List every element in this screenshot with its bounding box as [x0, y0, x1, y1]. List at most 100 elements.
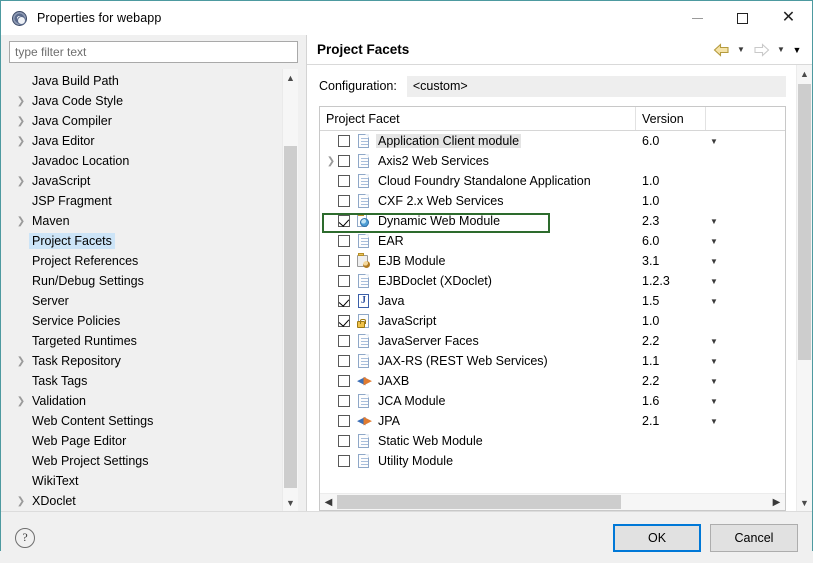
sidebar-item-web-page-editor[interactable]: Web Page Editor: [9, 431, 282, 451]
sidebar-scroll-track[interactable]: [283, 86, 298, 494]
facet-cell[interactable]: Utility Module: [320, 454, 636, 468]
sidebar-item-server[interactable]: Server: [9, 291, 282, 311]
facet-cell[interactable]: ❯ Axis2 Web Services: [320, 154, 636, 168]
facet-cell[interactable]: Application Client module: [320, 134, 636, 148]
version-dropdown-icon[interactable]: ▼: [706, 297, 785, 306]
table-row[interactable]: JavaScript 1.0: [320, 311, 785, 331]
chevron-right-icon[interactable]: ❯: [13, 216, 29, 227]
facet-cell[interactable]: Static Web Module: [320, 434, 636, 448]
table-row[interactable]: JAX-RS (REST Web Services) 1.1 ▼: [320, 351, 785, 371]
hscroll-track[interactable]: [337, 494, 768, 510]
version-cell[interactable]: 1.0: [636, 194, 706, 208]
chevron-right-icon[interactable]: ❯: [13, 136, 29, 147]
facet-checkbox[interactable]: [338, 215, 350, 227]
sidebar-item-task-tags[interactable]: Task Tags: [9, 371, 282, 391]
version-cell[interactable]: 2.2: [636, 374, 706, 388]
version-cell[interactable]: 2.2: [636, 334, 706, 348]
version-cell[interactable]: 1.0: [636, 174, 706, 188]
table-row[interactable]: Application Client module 6.0 ▼: [320, 131, 785, 151]
version-cell[interactable]: 1.1: [636, 354, 706, 368]
version-dropdown-icon[interactable]: ▼: [706, 357, 785, 366]
table-row[interactable]: EJBDoclet (XDoclet) 1.2.3 ▼: [320, 271, 785, 291]
forward-arrow-icon[interactable]: [750, 40, 772, 60]
version-cell[interactable]: 1.2.3: [636, 274, 706, 288]
table-row[interactable]: ❯ Axis2 Web Services: [320, 151, 785, 171]
page-scrollbar[interactable]: ▲ ▼: [796, 65, 812, 511]
version-dropdown-icon[interactable]: ▼: [706, 257, 785, 266]
maximize-button[interactable]: [720, 1, 765, 35]
table-row[interactable]: Static Web Module: [320, 431, 785, 451]
minimize-button[interactable]: [675, 1, 720, 35]
facet-cell[interactable]: ◀ ▶ JAXB: [320, 374, 636, 388]
facet-checkbox[interactable]: [338, 295, 350, 307]
facet-cell[interactable]: JCA Module: [320, 394, 636, 408]
facet-cell[interactable]: ◀ ▶ JPA: [320, 414, 636, 428]
scroll-up-icon[interactable]: ▲: [283, 69, 298, 86]
sidebar-item-web-content-settings[interactable]: Web Content Settings: [9, 411, 282, 431]
version-cell[interactable]: 1.5: [636, 294, 706, 308]
sidebar-item-web-project-settings[interactable]: Web Project Settings: [9, 451, 282, 471]
facet-cell[interactable]: EAR: [320, 234, 636, 248]
table-row[interactable]: ◀ ▶ JAXB 2.2 ▼: [320, 371, 785, 391]
facet-cell[interactable]: Dynamic Web Module: [320, 213, 636, 233]
close-button[interactable]: ✕: [765, 1, 812, 35]
version-dropdown-icon[interactable]: ▼: [706, 397, 785, 406]
table-row[interactable]: JavaServer Faces 2.2 ▼: [320, 331, 785, 351]
sidebar-scroll-thumb[interactable]: [284, 146, 297, 488]
chevron-right-icon[interactable]: ❯: [13, 116, 29, 127]
chevron-right-icon[interactable]: ❯: [13, 496, 29, 507]
scroll-left-icon[interactable]: ◀: [320, 494, 337, 510]
sidebar-item-java-code-style[interactable]: ❯ Java Code Style: [9, 91, 282, 111]
facet-checkbox[interactable]: [338, 155, 350, 167]
version-dropdown-icon[interactable]: ▼: [706, 277, 785, 286]
facet-cell[interactable]: JAX-RS (REST Web Services): [320, 354, 636, 368]
facet-checkbox[interactable]: [338, 355, 350, 367]
version-dropdown-icon[interactable]: ▼: [706, 377, 785, 386]
forward-dropdown-icon[interactable]: ▼: [774, 40, 788, 60]
cancel-button[interactable]: Cancel: [710, 523, 798, 552]
sidebar-item-javascript[interactable]: ❯ JavaScript: [9, 171, 282, 191]
facet-checkbox[interactable]: [338, 235, 350, 247]
facet-cell[interactable]: J Java: [320, 294, 636, 308]
sidebar-item-validation[interactable]: ❯ Validation: [9, 391, 282, 411]
help-icon[interactable]: ?: [15, 527, 35, 548]
facet-checkbox[interactable]: [338, 135, 350, 147]
version-dropdown-icon[interactable]: ▼: [706, 417, 785, 426]
sidebar-item-run-debug-settings[interactable]: Run/Debug Settings: [9, 271, 282, 291]
version-cell[interactable]: 6.0: [636, 234, 706, 248]
version-dropdown-icon[interactable]: ▼: [706, 337, 785, 346]
sidebar-item-wikitext[interactable]: WikiText: [9, 471, 282, 491]
sidebar-item-java-compiler[interactable]: ❯ Java Compiler: [9, 111, 282, 131]
version-dropdown-icon[interactable]: ▼: [706, 237, 785, 246]
facet-checkbox[interactable]: [338, 255, 350, 267]
page-scroll-thumb[interactable]: [798, 84, 811, 360]
page-menu-icon[interactable]: ▼: [790, 40, 804, 60]
facet-checkbox[interactable]: [338, 395, 350, 407]
column-header-facet[interactable]: Project Facet: [320, 107, 636, 130]
chevron-right-icon[interactable]: ❯: [13, 396, 29, 407]
chevron-right-icon[interactable]: ❯: [13, 96, 29, 107]
configuration-select[interactable]: <custom>: [406, 75, 786, 97]
back-arrow-icon[interactable]: [710, 40, 732, 60]
table-row[interactable]: EAR 6.0 ▼: [320, 231, 785, 251]
scroll-right-icon[interactable]: ▶: [768, 494, 785, 510]
version-dropdown-icon[interactable]: ▼: [706, 137, 785, 146]
facet-cell[interactable]: EJB Module: [320, 253, 636, 268]
version-cell[interactable]: 2.3: [636, 214, 706, 228]
facet-checkbox[interactable]: [338, 195, 350, 207]
facet-checkbox[interactable]: [338, 435, 350, 447]
sidebar-item-javadoc-location[interactable]: Javadoc Location: [9, 151, 282, 171]
table-row[interactable]: CXF 2.x Web Services 1.0: [320, 191, 785, 211]
table-row[interactable]: Cloud Foundry Standalone Application 1.0: [320, 171, 785, 191]
facet-checkbox[interactable]: [338, 415, 350, 427]
facet-cell[interactable]: Cloud Foundry Standalone Application: [320, 174, 636, 188]
sidebar-item-jsp-fragment[interactable]: JSP Fragment: [9, 191, 282, 211]
version-cell[interactable]: 2.1: [636, 414, 706, 428]
table-hscrollbar[interactable]: ◀ ▶: [320, 493, 785, 510]
facet-cell[interactable]: CXF 2.x Web Services: [320, 194, 636, 208]
facet-cell[interactable]: EJBDoclet (XDoclet): [320, 274, 636, 288]
sidebar-item-xdoclet[interactable]: ❯ XDoclet: [9, 491, 282, 511]
version-cell[interactable]: 1.6: [636, 394, 706, 408]
version-cell[interactable]: 3.1: [636, 254, 706, 268]
sidebar-item-service-policies[interactable]: Service Policies: [9, 311, 282, 331]
